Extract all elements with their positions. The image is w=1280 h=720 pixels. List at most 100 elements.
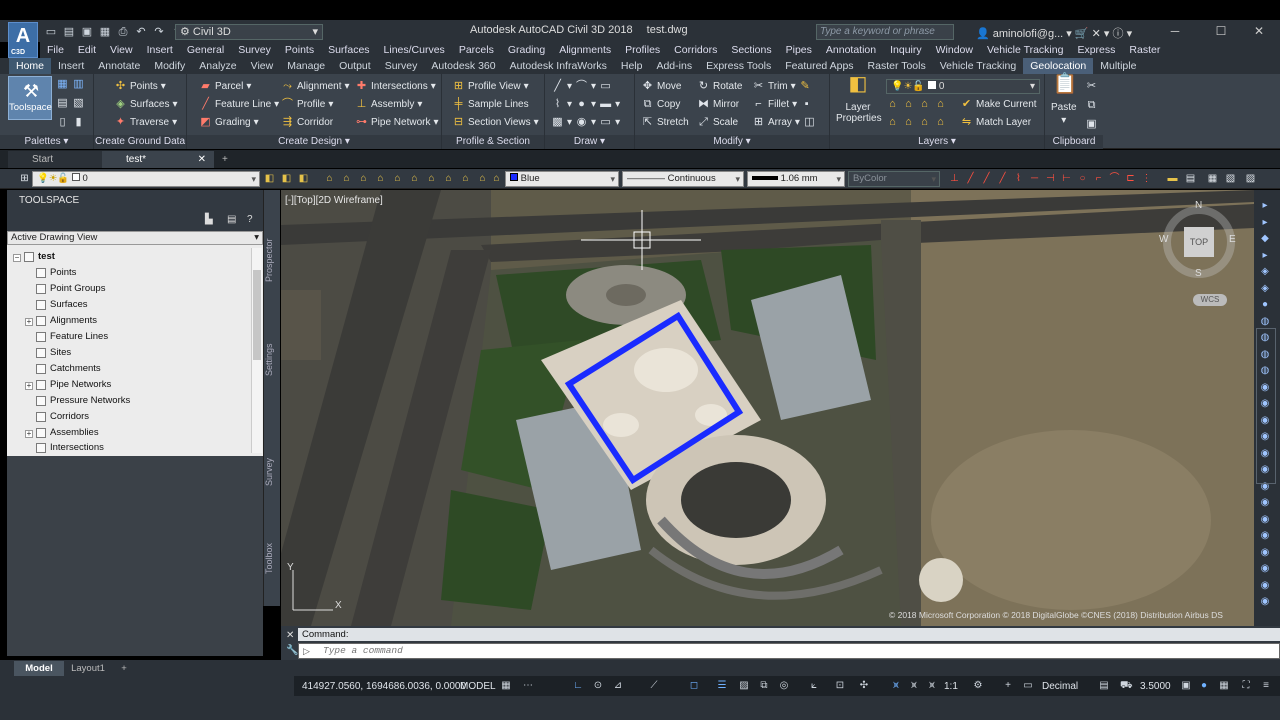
annotation-scale-number[interactable]: 3.5000 [1140,681,1171,692]
print-icon[interactable]: ⎙ [116,25,130,39]
menu-insert[interactable]: Insert [140,42,180,58]
fullscreen-icon[interactable]: ⛶ [1240,680,1252,692]
move-button[interactable]: ✥ Move [641,80,682,93]
save-as-icon[interactable]: ▦ [98,25,112,39]
menu-sections[interactable]: Sections [724,42,778,58]
expand-toggle[interactable]: + [25,430,33,438]
wcs-menu[interactable]: WCS [1193,294,1227,306]
pipe-network-button[interactable]: ⊶ Pipe Network ▾ [355,116,439,129]
new-icon[interactable]: ▭ [44,25,58,39]
menu-annotation[interactable]: Annotation [819,42,883,58]
ribbon-tab-survey[interactable]: Survey [378,58,425,74]
draw-tool-12-icon[interactable]: ⊏ [1124,172,1137,185]
tree-item-point-groups[interactable]: Point Groups [36,283,105,294]
menu-alignments[interactable]: Alignments [552,42,618,58]
close-button[interactable]: ✕ [1236,20,1280,42]
cut-copy-icons[interactable]: ✂ ⧉ ▣ [1085,80,1098,131]
ribbon-tab-raster-tools[interactable]: Raster Tools [861,58,933,74]
feature-line-button[interactable]: ╱ Feature Line ▾ [199,98,279,111]
draw-tool-18-icon[interactable]: ▨ [1244,172,1257,185]
ribbon-tab-add-ins[interactable]: Add-ins [649,58,699,74]
layer-dropdown[interactable]: 💡☀🔓 0 ▾ [886,79,1040,94]
open-icon[interactable]: ▤ [62,25,76,39]
lineweight-icon[interactable]: ☰ [716,680,728,692]
selection-filter-icon[interactable]: ⊡ [834,680,846,692]
ribbon-tab-manage[interactable]: Manage [280,58,332,74]
ribbon-tab-autodesk-360[interactable]: Autodesk 360 [424,58,502,74]
polar-icon[interactable]: ⊙ [592,680,604,692]
ortho-icon[interactable]: ∟ [572,680,584,692]
compass-s[interactable]: S [1195,268,1202,279]
units-value[interactable]: Decimal [1042,681,1078,692]
compass-w[interactable]: W [1159,234,1168,245]
layer-tool-10-icon[interactable]: ⌂ [425,172,438,185]
draw-tool-6-icon[interactable]: ─ [1028,172,1041,185]
transparency-icon[interactable]: ▨ [738,680,750,692]
draw-tool-2-icon[interactable]: ╱ [964,172,977,185]
menu-edit[interactable]: Edit [71,42,103,58]
tree-item-sites[interactable]: Sites [36,347,71,358]
layer-tool-11-icon[interactable]: ⌂ [442,172,455,185]
assembly-button[interactable]: ⊥ Assembly ▾ [355,98,423,111]
toolspace-tools-icon[interactable]: ▙ [205,214,213,225]
mirror-button[interactable]: ⧓ Mirror [697,98,739,111]
selection-cycling-icon[interactable]: ⧉ [758,680,770,692]
toolspace-button[interactable]: Toolspace [8,76,52,120]
tree-item-pipe-networks[interactable]: Pipe Networks [36,379,111,390]
plotstyle-control[interactable]: ByColor [848,171,940,187]
layer-control[interactable]: 💡☀🔓 0 [32,171,260,187]
draw-tool-5-icon[interactable]: ⌇ [1012,172,1025,185]
expand-toggle[interactable]: + [25,318,33,326]
ribbon-tab-featured-apps[interactable]: Featured Apps [778,58,860,74]
tree-item-surfaces[interactable]: Surfaces [36,299,88,310]
command-settings-icon[interactable]: 🔧 [286,645,298,656]
new-tab-button[interactable]: + [216,151,236,168]
linetype-control[interactable]: ———— Continuous [622,171,744,187]
tree-root[interactable]: test [24,251,55,262]
ribbon-tab-home[interactable]: Home [9,58,52,74]
tree-item-pressure-networks[interactable]: Pressure Networks [36,395,130,406]
fillet-button[interactable]: ⌐ Fillet ▾ ▪ [752,98,813,111]
ribbon-tab-insert[interactable]: Insert [51,58,91,74]
layer-tools-row1[interactable]: ⌂ ⌂ ⌂ ⌂ [886,98,947,111]
tree-item-corridors[interactable]: Corridors [36,411,89,422]
lineweight-control[interactable]: 1.06 mm [747,171,845,187]
layout-tab-layout1[interactable]: Layout1 [66,661,110,676]
sample-lines-button[interactable]: ╪ Sample Lines [452,98,529,111]
color-control[interactable]: Blue [505,171,619,187]
menu-corridors[interactable]: Corridors [667,42,724,58]
toolspace-help-icon[interactable]: ? [247,214,253,225]
intersections-button[interactable]: ✚ Intersections ▾ [355,80,436,93]
side-tab-prospector[interactable]: Prospector [264,238,274,282]
annotation-monitor-icon[interactable]: + [1002,680,1014,692]
profile-button[interactable]: ⌒ Profile ▾ [281,98,333,111]
ribbon-tab-vehicle-tracking[interactable]: Vehicle Tracking [933,58,1023,74]
ribbon-tab-express-tools[interactable]: Express Tools [699,58,778,74]
command-input[interactable]: Type a command [298,643,1280,659]
properties-icon[interactable]: ▦ ▥ [56,78,85,91]
draw-tool-4-icon[interactable]: ╱ [996,172,1009,185]
panel-title-design[interactable]: Create Design ▾ [187,135,441,149]
panel-title-palettes[interactable]: Palettes ▾ [0,135,93,149]
expand-toggle[interactable]: − [13,254,21,262]
snap-icon[interactable]: ⋯ [522,680,534,692]
ribbon-tab-geolocation[interactable]: Geolocation [1023,58,1094,74]
civil-scale-icon[interactable]: ⛟ [1120,680,1133,692]
save-icon[interactable]: ▣ [80,25,94,39]
menu-lines-curves[interactable]: Lines/Curves [377,42,452,58]
draw-tool-10-icon[interactable]: ⌐ [1092,172,1105,185]
compass-e[interactable]: E [1229,234,1236,245]
ribbon-tab-multiple[interactable]: Multiple [1093,58,1143,74]
annotation-scale-icon[interactable]: ⩙ [926,680,938,692]
parcel-button[interactable]: ▰ Parcel ▾ [199,80,251,93]
tree-item-intersections[interactable]: Intersections [36,442,104,453]
draw-tool-3-icon[interactable]: ╱ [980,172,993,185]
menu-parcels[interactable]: Parcels [452,42,501,58]
isodraft-icon[interactable]: ⊿ [612,680,624,692]
tree-item-feature-lines[interactable]: Feature Lines [36,331,108,342]
osnap-icon[interactable]: ◻ [688,680,700,692]
alignment-button[interactable]: ⤳ Alignment ▾ [281,80,349,93]
add-layout-button[interactable]: + [116,661,132,676]
surfaces-button[interactable]: ◈ Surfaces ▾ [114,98,177,111]
compass-n[interactable]: N [1195,200,1202,211]
